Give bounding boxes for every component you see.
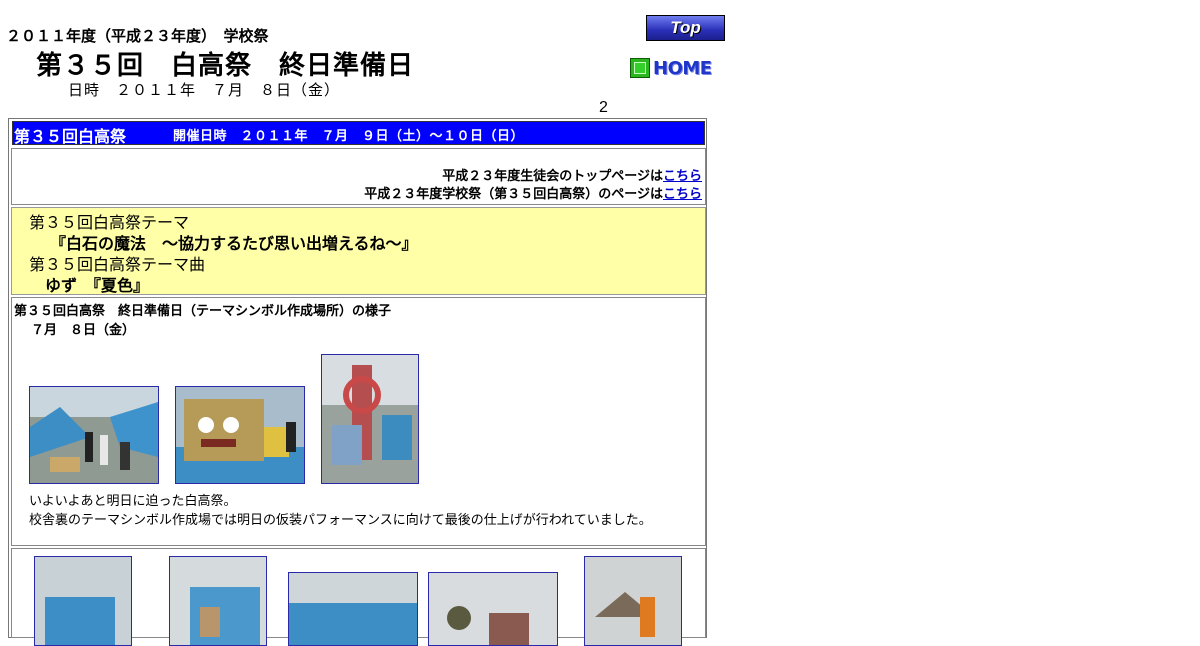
- festival-banner: 第３５回白高祭 開催日時 ２０１１年 ７月 ９日（土）～１０日（日）: [12, 121, 705, 146]
- home-label: HOME: [653, 57, 712, 79]
- theme-box: 第３５回白高祭テーマ 『白石の魔法 ～協力するたび思い出増えるね～』 第３５回白…: [11, 207, 706, 295]
- theme-song-text: ゆず 『夏色』: [45, 278, 150, 295]
- photo-3: [321, 354, 419, 484]
- photo-2: [175, 386, 305, 484]
- home-button[interactable]: HOME: [630, 57, 712, 79]
- section-date: ７月 ８日（金）: [31, 322, 136, 337]
- photo-section-2: [11, 548, 706, 646]
- page-title: 第３５回 白高祭 終日準備日: [36, 50, 415, 80]
- link-prefix: 平成２３年度学校祭（第３５回白高祭）のページは: [364, 186, 663, 201]
- page-number: 2: [599, 99, 608, 116]
- header-year-line: ２０１１年度（平成２３年度） 学校祭: [6, 28, 269, 45]
- preparation-section: 第３５回白高祭 終日準備日（テーマシンボル作成場所）の様子 ７月 ８日（金） い…: [11, 297, 706, 546]
- photo-1: [29, 386, 159, 484]
- header-date: 日時 ２０１１年 ７月 ８日（金）: [68, 82, 341, 99]
- photo-5: [169, 556, 267, 646]
- photo-8: [584, 556, 682, 646]
- section-heading: 第３５回白高祭 終日準備日（テーマシンボル作成場所）の様子: [14, 303, 392, 318]
- top-button[interactable]: Top: [646, 15, 725, 41]
- links-box: 平成２３年度生徒会のトップページはこちら 平成２３年度学校祭（第３５回白高祭）の…: [11, 148, 706, 205]
- caption-line-1: いよいよあと明日に迫った白高祭。: [29, 493, 237, 508]
- photo-4: [34, 556, 132, 646]
- caption-line-2: 校舎裏のテーマシンボル作成場では明日の仮装パフォーマンスに向けて最後の仕上げが行…: [29, 512, 652, 527]
- photo-6: [288, 572, 418, 646]
- banner-title: 第３５回白高祭: [14, 129, 127, 146]
- home-icon: [630, 58, 650, 78]
- festival-page-link[interactable]: こちら: [663, 186, 702, 201]
- banner-dates: 開催日時 ２０１１年 ７月 ９日（土）～１０日（日）: [173, 128, 525, 143]
- photo-7: [428, 572, 558, 646]
